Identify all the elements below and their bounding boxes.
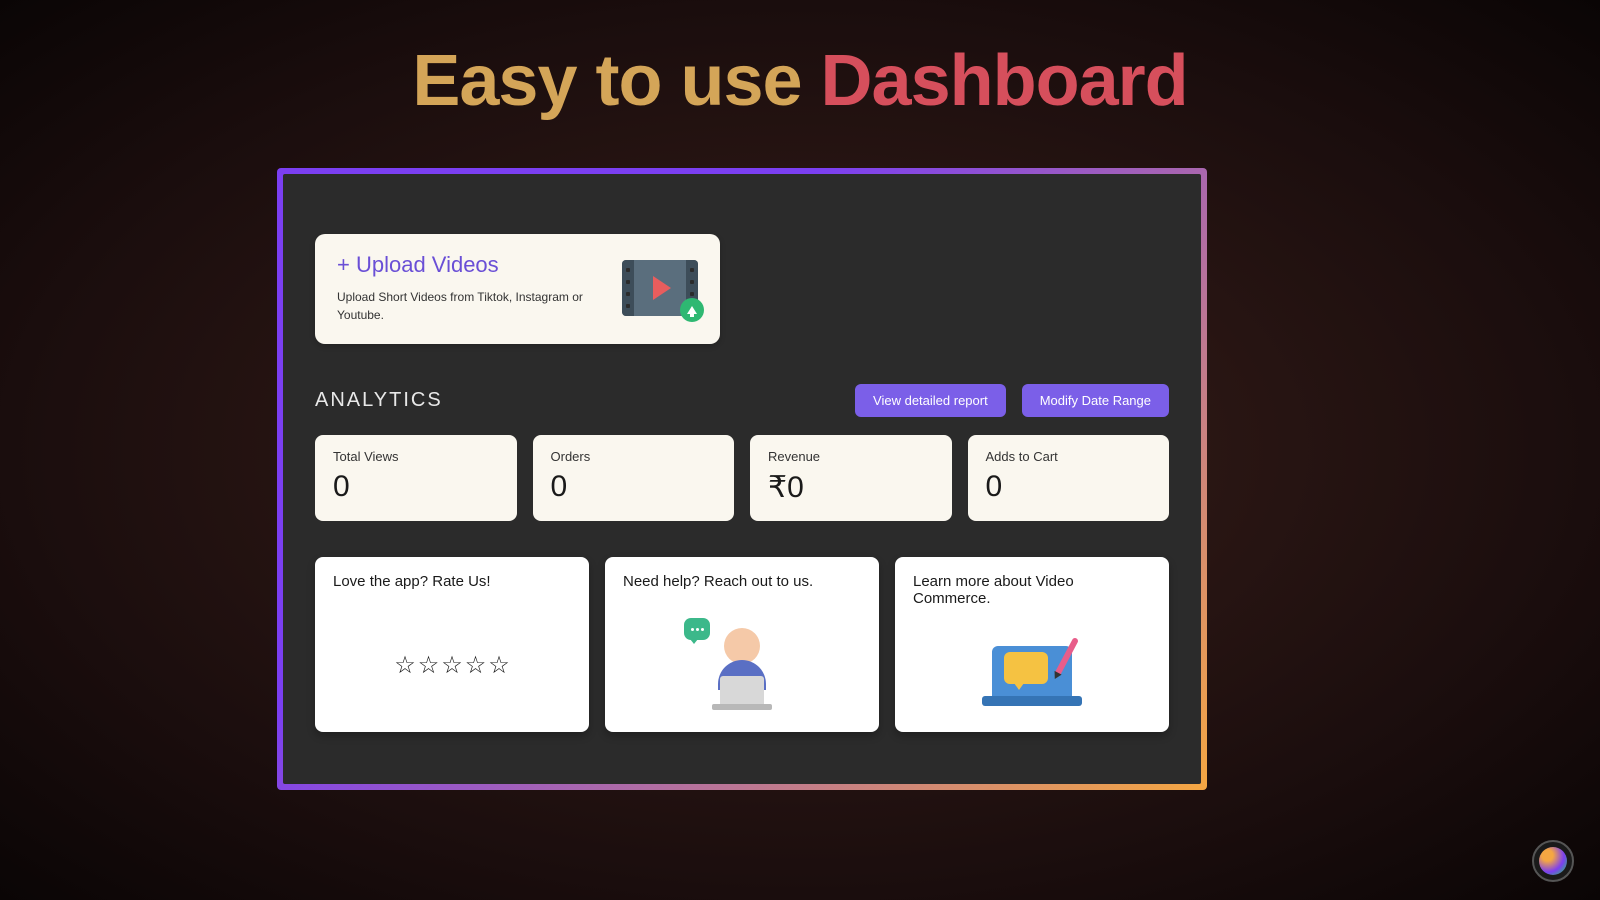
learn-more-card[interactable]: Learn more about Video Commerce. bbox=[895, 557, 1169, 732]
analytics-heading: ANALYTICS bbox=[315, 389, 443, 412]
star-icon[interactable]: ☆ bbox=[418, 651, 440, 680]
modify-date-range-button[interactable]: Modify Date Range bbox=[1022, 384, 1169, 417]
video-upload-icon bbox=[622, 260, 698, 316]
star-icon[interactable]: ☆ bbox=[441, 651, 463, 680]
stat-card-revenue: Revenue ₹0 bbox=[750, 435, 952, 521]
need-help-card[interactable]: Need help? Reach out to us. bbox=[605, 557, 879, 732]
star-icon[interactable]: ☆ bbox=[465, 651, 487, 680]
chat-bubble-icon bbox=[684, 618, 710, 640]
rating-stars[interactable]: ☆ ☆ ☆ ☆ ☆ bbox=[394, 651, 510, 680]
support-person-icon bbox=[692, 620, 792, 710]
dashboard-frame: + Upload Videos Upload Short Videos from… bbox=[277, 168, 1207, 790]
upload-title: + Upload Videos bbox=[337, 252, 610, 278]
stat-value: ₹0 bbox=[768, 470, 934, 505]
headline-part2: Dashboard bbox=[821, 41, 1188, 121]
page-headline: Easy to use Dashboard bbox=[0, 0, 1600, 122]
stat-label: Revenue bbox=[768, 449, 934, 464]
rate-us-title: Love the app? Rate Us! bbox=[333, 573, 571, 590]
need-help-title: Need help? Reach out to us. bbox=[623, 573, 861, 590]
rate-us-card[interactable]: Love the app? Rate Us! ☆ ☆ ☆ ☆ ☆ bbox=[315, 557, 589, 732]
star-icon[interactable]: ☆ bbox=[488, 651, 510, 680]
view-detailed-report-button[interactable]: View detailed report bbox=[855, 384, 1006, 417]
upload-description: Upload Short Videos from Tiktok, Instagr… bbox=[337, 288, 610, 324]
chat-widget-avatar[interactable] bbox=[1532, 840, 1574, 882]
star-icon[interactable]: ☆ bbox=[394, 651, 416, 680]
stat-value: 0 bbox=[986, 470, 1152, 504]
stat-value: 0 bbox=[551, 470, 717, 504]
stat-label: Orders bbox=[551, 449, 717, 464]
headline-part1: Easy to use bbox=[412, 41, 820, 121]
stat-card-orders: Orders 0 bbox=[533, 435, 735, 521]
stat-label: Adds to Cart bbox=[986, 449, 1152, 464]
laptop-notes-icon bbox=[982, 634, 1082, 714]
learn-more-title: Learn more about Video Commerce. bbox=[913, 573, 1151, 607]
stat-label: Total Views bbox=[333, 449, 499, 464]
stat-value: 0 bbox=[333, 470, 499, 504]
stat-card-total-views: Total Views 0 bbox=[315, 435, 517, 521]
upload-arrow-icon bbox=[680, 298, 704, 322]
upload-videos-card[interactable]: + Upload Videos Upload Short Videos from… bbox=[315, 234, 720, 344]
stat-card-adds-to-cart: Adds to Cart 0 bbox=[968, 435, 1170, 521]
dashboard-panel: + Upload Videos Upload Short Videos from… bbox=[283, 174, 1201, 784]
